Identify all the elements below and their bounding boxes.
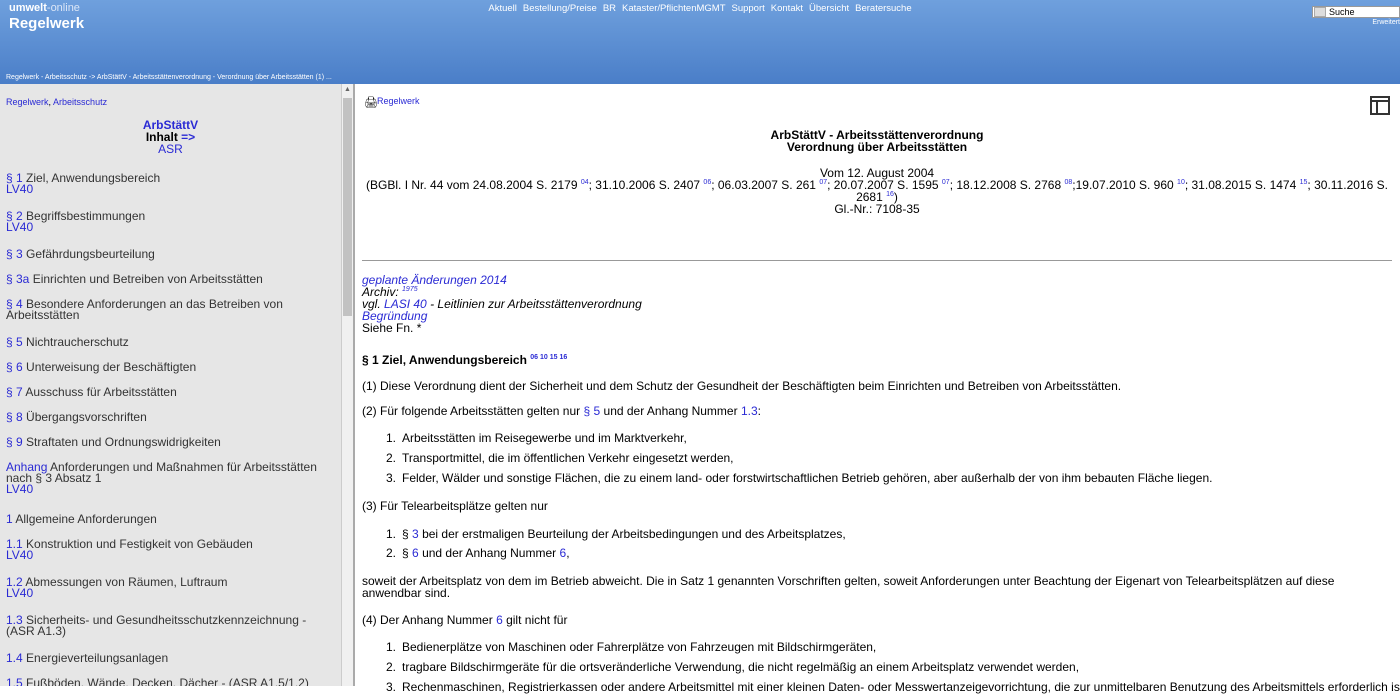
list-item: 1. § 3 bei der erstmaligen Beurteilung de… — [386, 527, 846, 541]
print-link[interactable]: 🖨Regelwerk — [364, 96, 420, 109]
main-content: 🖨Regelwerk ArbStättV - Arbeitsstättenver… — [362, 84, 1400, 693]
list-item: 2. tragbare Bildschirmgeräte für die orts… — [386, 660, 1080, 674]
paragraph-3-cont: soweit der Arbeitsplatz von dem im Betri… — [362, 574, 1335, 600]
sidebar-item-a1-3[interactable]: 1.3 Sicherheits- und Gesundheitsschutzke… — [6, 614, 336, 637]
list-item: 1. Arbeitsstätten im Reisegewerbe und im … — [386, 431, 687, 445]
top-nav: Aktuell Bestellung/Preise BR Kataster/Pflic… — [0, 3, 1400, 14]
paragraph-3: (3) Für Telearbeitsplätze gelten nur — [362, 499, 548, 513]
nav-support[interactable]: Support — [732, 3, 765, 14]
sidebar-scrollbar[interactable]: ▲ — [341, 84, 353, 686]
crumb-regelwerk[interactable]: Regelwerk — [6, 97, 49, 107]
sidebar-item-anhang[interactable]: Anhang Anforderungen und Maßnahmen für A… — [6, 461, 336, 495]
list-item: 2. Transportmittel, die im öffentlichen V… — [386, 451, 734, 465]
sidebar-item-s1[interactable]: § 1 Ziel, Anwendungsbereich LV40 — [6, 172, 336, 195]
layout-toggle-icon[interactable] — [1370, 96, 1390, 115]
search-checkbox[interactable] — [1314, 7, 1326, 17]
sidebar-item-s5[interactable]: § 5 Nichtraucherschutz — [6, 336, 336, 348]
sidebar-item-a1-4[interactable]: 1.4 Energieverteilungsanlagen — [6, 652, 336, 664]
asr-link[interactable]: ASR — [0, 143, 341, 155]
document-title: ArbStättV - Arbeitsstättenverordnung Ver… — [770, 128, 984, 154]
nav-bestellung[interactable]: Bestellung/Preise — [523, 3, 597, 14]
sidebar: Regelwerk, Arbeitsschutz ArbStättV Inhal… — [0, 84, 341, 686]
sidebar-item-s2[interactable]: § 2 Begriffsbestimmungen LV40 — [6, 210, 336, 233]
planned-changes-link[interactable]: geplante Änderungen 2014 — [362, 274, 642, 286]
extended-search-link[interactable]: Erweitert — [1372, 19, 1400, 26]
nav-kataster[interactable]: Kataster/PflichtenMGMT — [622, 3, 725, 14]
sidebar-item-s3a[interactable]: § 3a Einrichten und Betreiben von Arbeit… — [6, 273, 336, 285]
sidebar-item-a1-1[interactable]: 1.1 Konstruktion und Festigkeit von Gebä… — [6, 538, 336, 561]
document-meta: geplante Änderungen 2014 Archiv: 1975 vg… — [362, 273, 642, 335]
nav-beratersuche[interactable]: Beratersuche — [855, 3, 912, 14]
crumb-arbeitsschutz[interactable]: Arbeitsschutz — [53, 97, 107, 107]
breadcrumb: Regelwerk - Arbeitsschutz -> ArbStättV -… — [6, 74, 332, 81]
divider — [362, 260, 1392, 261]
sidebar-item-s8[interactable]: § 8 Übergangsvorschriften — [6, 411, 336, 423]
list-item: 2. § 6 und der Anhang Nummer 6, — [386, 546, 570, 560]
nav-br[interactable]: BR — [603, 3, 616, 14]
paragraph-2: (2) Für folgende Arbeitsstätten gelten n… — [362, 404, 761, 418]
sidebar-header: ArbStättV Inhalt => ASR — [0, 119, 341, 155]
sidebar-breadcrumb: Regelwerk, Arbeitsschutz — [6, 97, 108, 107]
nav-aktuell[interactable]: Aktuell — [488, 3, 517, 14]
header: umwelt-online Regelwerk Aktuell Bestellun… — [0, 0, 1400, 84]
app-title[interactable]: Regelwerk — [9, 15, 84, 32]
paragraph-1: (1) Diese Verordnung dient der Sicherhei… — [362, 379, 1122, 393]
nav-uebersicht[interactable]: Übersicht — [809, 3, 849, 14]
list-item: 3. Rechenmaschinen, Registrierkassen oder… — [386, 680, 1400, 694]
section-title: § 1 Ziel, Anwendungsbereich 06 10 15 16 — [362, 353, 568, 367]
paragraph-4: (4) Der Anhang Nummer 6 gilt nicht für — [362, 613, 568, 627]
scroll-up-icon[interactable]: ▲ — [344, 86, 351, 93]
archiv-link[interactable]: 1975 — [402, 286, 418, 293]
sidebar-item-a1-5[interactable]: 1.5 Fußböden, Wände, Decken, Dächer - (A… — [6, 677, 336, 686]
scrollbar-thumb[interactable] — [343, 98, 352, 316]
sidebar-item-s3[interactable]: § 3 Gefährdungsbeurteilung — [6, 248, 336, 260]
search-input[interactable]: Suche — [1312, 6, 1400, 18]
list-item: 3. Felder, Wälder und sonstige Flächen, d… — [386, 471, 1213, 485]
list-item: 1. Bedienerplätze von Maschinen oder Fahr… — [386, 640, 877, 654]
sidebar-item-s7[interactable]: § 7 Ausschuss für Arbeitsstätten — [6, 386, 336, 398]
nav-kontakt[interactable]: Kontakt — [771, 3, 803, 14]
sidebar-item-s4[interactable]: § 4 Besondere Anforderungen an das Betre… — [6, 298, 336, 321]
document-date: Vom 12. August 2004 (BGBl. I Nr. 44 vom … — [366, 166, 1388, 216]
frame-divider[interactable] — [353, 84, 355, 686]
sidebar-item-s6[interactable]: § 6 Unterweisung der Beschäftigten — [6, 361, 336, 373]
sidebar-item-a1[interactable]: 1 Allgemeine Anforderungen — [6, 513, 336, 525]
printer-icon[interactable]: 🖨 — [364, 96, 378, 109]
sidebar-item-a1-2[interactable]: 1.2 Abmessungen von Räumen, Luftraum LV40 — [6, 576, 336, 599]
sidebar-item-s9[interactable]: § 9 Straftaten und Ordnungswidrigkeiten — [6, 436, 336, 448]
